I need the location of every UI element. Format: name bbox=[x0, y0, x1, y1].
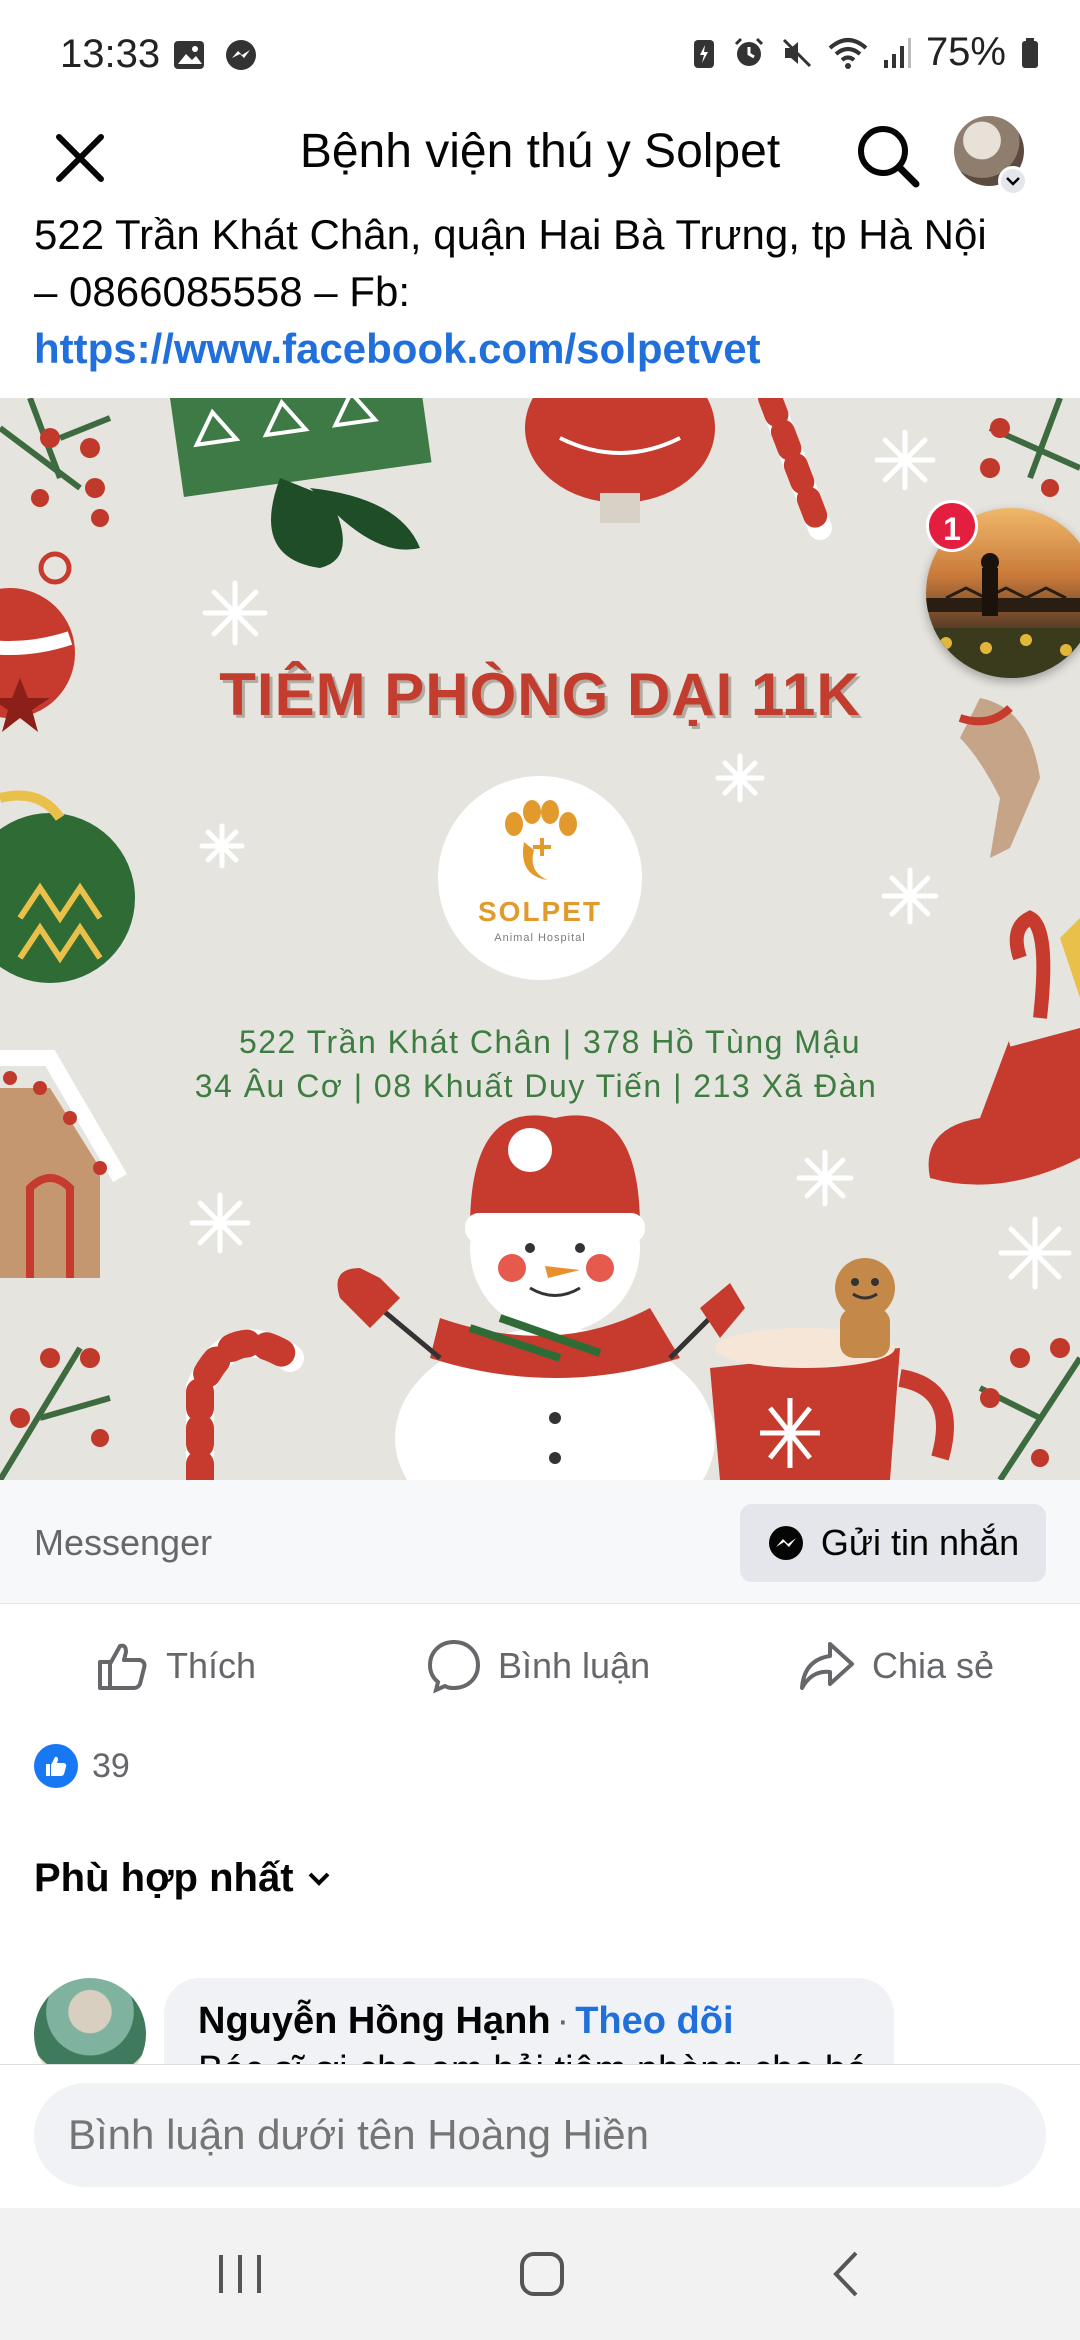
poster-address-line-2: 34 Âu Cơ | 08 Khuất Duy Tiến | 213 Xã Đà… bbox=[194, 1068, 878, 1104]
messenger-row: Messenger Gửi tin nhắn bbox=[0, 1480, 1080, 1604]
share-button[interactable]: Chia sẻ bbox=[798, 1638, 994, 1694]
back-icon bbox=[833, 2251, 858, 2297]
messenger-label: Messenger bbox=[34, 1522, 213, 1563]
chevron-down-icon bbox=[308, 1872, 329, 1886]
poster-title: TIÊM PHÒNG DẠI 11K bbox=[219, 661, 861, 728]
mute-icon bbox=[782, 38, 811, 67]
thumbs-up-icon bbox=[98, 1643, 147, 1690]
post-caption: 522 Trần Khát Chân, quận Hai Bà Trưng, t… bbox=[34, 206, 1054, 377]
sort-label: Phù hợp nhất bbox=[34, 1856, 294, 1900]
caption-line-2: – 0866085558 – Fb: bbox=[34, 268, 410, 315]
battery-icon bbox=[1022, 37, 1038, 68]
messenger-notification-icon bbox=[226, 40, 256, 70]
chat-head-badge: 1 bbox=[926, 500, 978, 552]
comment-input[interactable] bbox=[34, 2083, 1046, 2187]
follow-link[interactable]: Theo dõi bbox=[575, 2000, 733, 2042]
comment-button[interactable]: Bình luận bbox=[426, 1638, 650, 1694]
recent-apps-button[interactable] bbox=[200, 2244, 280, 2304]
comment-author[interactable]: Nguyễn Hồng Hạnh bbox=[198, 2000, 551, 2042]
status-bar: 13:33 75% bbox=[0, 0, 1080, 110]
search-icon bbox=[858, 126, 920, 188]
home-button[interactable] bbox=[502, 2244, 582, 2304]
share-icon bbox=[800, 1642, 854, 1690]
system-nav-bar bbox=[0, 2208, 1080, 2340]
recent-apps-icon bbox=[219, 2255, 261, 2293]
chevron-down-icon bbox=[1006, 177, 1020, 186]
battery-saver-icon bbox=[693, 39, 714, 68]
post-actions: Thích Bình luận Chia sẻ bbox=[0, 1610, 1080, 1730]
signal-icon bbox=[883, 37, 911, 68]
gallery-icon bbox=[174, 41, 204, 69]
solpet-logo: SOLPET Animal Hospital bbox=[438, 776, 642, 980]
reaction-summary[interactable]: 39 bbox=[34, 1744, 130, 1788]
comment-input-bar bbox=[0, 2064, 1080, 2208]
notification-icons bbox=[172, 38, 258, 72]
wifi-icon bbox=[828, 37, 868, 69]
like-label: Thích bbox=[166, 1645, 257, 1686]
comment-label: Bình luận bbox=[498, 1645, 651, 1686]
share-label: Chia sẻ bbox=[872, 1645, 995, 1686]
send-message-label: Gửi tin nhắn bbox=[820, 1522, 1020, 1563]
home-icon bbox=[520, 2252, 564, 2296]
reaction-count: 39 bbox=[92, 1746, 130, 1785]
search-button[interactable] bbox=[848, 116, 928, 196]
logo-subtitle: Animal Hospital bbox=[494, 932, 586, 944]
status-time: 13:33 bbox=[60, 32, 161, 76]
profile-menu-button[interactable] bbox=[998, 166, 1028, 196]
caption-link[interactable]: https://www.facebook.com/solpetvet bbox=[34, 320, 1054, 377]
alarm-icon bbox=[734, 37, 763, 66]
comment-sort-dropdown[interactable]: Phù hợp nhất bbox=[34, 1856, 332, 1901]
back-button[interactable] bbox=[806, 2244, 886, 2304]
messenger-icon bbox=[768, 1526, 803, 1560]
post-image[interactable]: TIÊM PHÒNG DẠI 11K SOLPET Animal Hospita… bbox=[0, 398, 1080, 1480]
logo-name: SOLPET bbox=[477, 896, 602, 927]
paw-icon bbox=[505, 800, 577, 880]
like-reaction-icon bbox=[34, 1744, 78, 1788]
post-header: Bệnh viện thú y Solpet bbox=[0, 110, 1080, 210]
battery-percent: 75% bbox=[925, 30, 1006, 74]
like-button[interactable]: Thích bbox=[94, 1638, 256, 1694]
poster-address-line-1: 522 Trần Khát Chân | 378 Hồ Tùng Mậu bbox=[238, 1024, 862, 1060]
send-message-button[interactable]: Gửi tin nhắn bbox=[740, 1504, 1046, 1582]
caption-line-1: 522 Trần Khát Chân, quận Hai Bà Trưng, t… bbox=[34, 211, 987, 258]
separator-dot: · bbox=[556, 2000, 570, 2042]
status-right: 75% bbox=[690, 30, 1040, 75]
comment-icon bbox=[427, 1639, 481, 1694]
